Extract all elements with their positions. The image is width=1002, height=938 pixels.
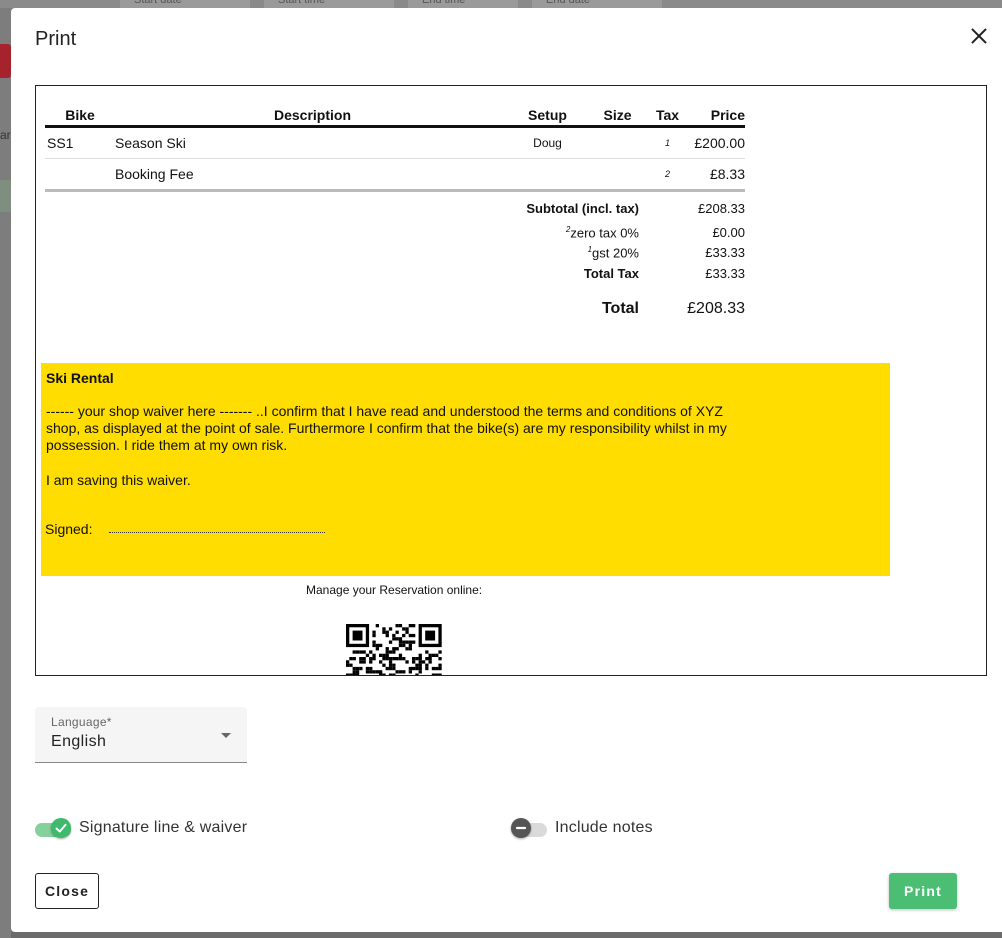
manage-reservation-text: Manage your Reservation online: — [306, 583, 483, 597]
bg-start-time-field: Start time — [264, 0, 394, 8]
language-select[interactable]: Language* English — [35, 707, 247, 763]
invoice-table: Bike Description Setup Size Tax Price SS… — [45, 106, 745, 192]
cell-description: Booking Fee — [115, 158, 510, 192]
close-icon[interactable] — [967, 24, 991, 48]
cell-bike — [45, 158, 115, 192]
col-bike: Bike — [45, 106, 115, 128]
minus-icon — [511, 818, 531, 838]
cell-price: £8.33 — [685, 158, 745, 192]
total-tax-value: £33.33 — [705, 266, 745, 281]
background-bottom — [11, 932, 1002, 938]
col-tax: Tax — [650, 106, 685, 128]
subtotal-label: Subtotal (incl. tax) — [526, 201, 639, 216]
total-tax-label: Total Tax — [583, 266, 639, 281]
include-notes-label: Include notes — [555, 819, 653, 836]
bg-end-date-field: End date — [532, 0, 662, 8]
language-value: English — [51, 733, 107, 750]
cell-price: £200.00 — [685, 126, 745, 159]
col-size: Size — [585, 106, 650, 128]
tax-line-label: 2zero tax 0% — [565, 225, 639, 241]
background-partial-text: ar — [0, 128, 11, 142]
bg-end-time-field: End time — [408, 0, 518, 8]
signature-waiver-label: Signature line & waiver — [79, 819, 248, 836]
tax-line-value: £33.33 — [705, 245, 745, 260]
check-icon — [51, 818, 71, 838]
col-price: Price — [685, 106, 745, 128]
waiver-text: ------ your shop waiver here ------- ..I… — [46, 403, 727, 453]
background-green-block — [0, 180, 11, 212]
cell-setup: Doug — [510, 126, 585, 159]
cell-setup — [510, 158, 585, 192]
cell-description: Season Ski — [115, 126, 510, 159]
background-sidebar — [0, 8, 11, 938]
bg-start-date-field: Start date — [120, 0, 250, 8]
language-label: Language* — [51, 715, 112, 729]
grand-total-value: £208.33 — [687, 300, 745, 317]
cell-size — [585, 158, 650, 192]
col-setup: Setup — [510, 106, 585, 128]
col-description: Description — [115, 106, 510, 128]
tax-line-label: 1gst 20% — [587, 245, 639, 261]
include-notes-toggle[interactable]: Include notes — [511, 817, 671, 841]
signature-line — [109, 532, 325, 533]
waiver-block: Ski Rental ------ your shop waiver here … — [41, 363, 890, 576]
table-row: SS1 Season Ski Doug 1 £200.00 — [45, 126, 745, 159]
cell-tax: 1 — [650, 126, 685, 159]
cell-size — [585, 126, 650, 159]
subtotal-value: £208.33 — [698, 201, 745, 216]
close-button[interactable]: Close — [35, 873, 99, 909]
waiver-title: Ski Rental — [46, 370, 114, 386]
waiver-saving-text: I am saving this waiver. — [46, 472, 191, 488]
tax-line-value: £0.00 — [712, 225, 745, 240]
table-header-row: Bike Description Setup Size Tax Price — [45, 106, 745, 128]
qr-code — [346, 624, 444, 675]
print-preview[interactable]: Bike Description Setup Size Tax Price SS… — [35, 85, 987, 676]
cell-bike: SS1 — [45, 126, 115, 159]
background-red-button — [0, 44, 11, 78]
table-row: Booking Fee 2 £8.33 — [45, 158, 745, 192]
chevron-down-icon — [221, 733, 231, 738]
signed-label: Signed: — [45, 521, 93, 537]
cell-tax: 2 — [650, 158, 685, 192]
print-dialog: Print Bike Description Setup Size Tax Pr… — [11, 8, 1002, 932]
grand-total-label: Total — [601, 300, 639, 317]
print-button[interactable]: Print — [889, 873, 957, 909]
signature-waiver-toggle[interactable]: Signature line & waiver — [35, 817, 265, 841]
dialog-title: Print — [35, 28, 77, 50]
